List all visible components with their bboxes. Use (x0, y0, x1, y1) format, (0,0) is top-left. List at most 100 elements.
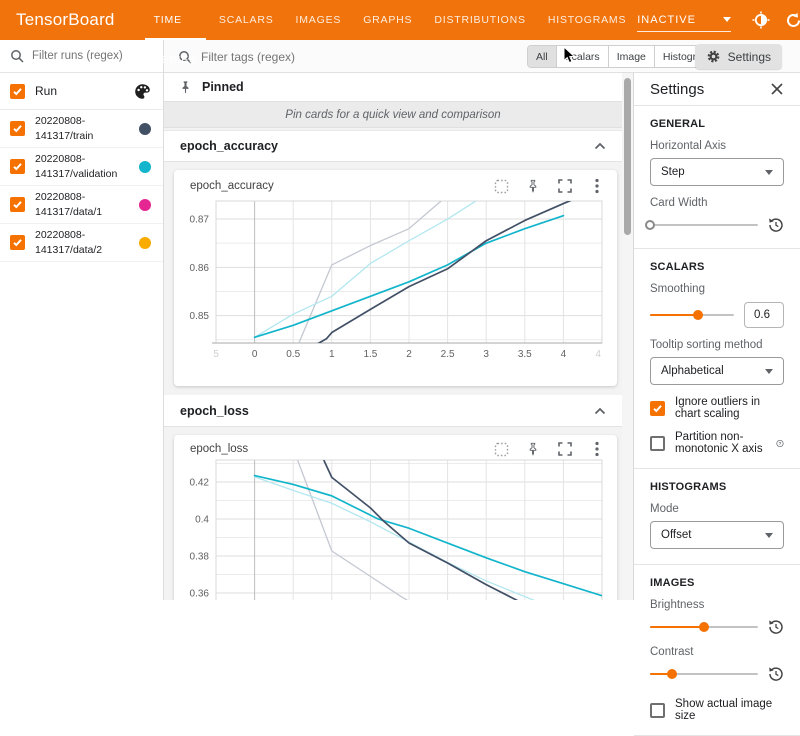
select-all-runs-checkbox[interactable] (10, 84, 25, 99)
run-name: 20220808-141317/validation (35, 152, 127, 180)
run-row-data-1[interactable]: 20220808-141317/data/1 (0, 186, 163, 224)
app-header: TensorBoard TIME SERIES SCALARS IMAGES G… (0, 0, 800, 40)
epoch-accuracy-chart[interactable]: 0.850.860.8700.511.522.533.5454 (174, 194, 617, 381)
run-checkbox[interactable] (10, 121, 25, 136)
top-nav-tabs: TIME SERIES SCALARS IMAGES GRAPHS DISTRI… (143, 0, 638, 40)
app-logo: TensorBoard (16, 10, 115, 30)
chip-image[interactable]: Image (609, 46, 655, 67)
section-epoch-loss[interactable]: epoch_loss (164, 395, 622, 427)
show-actual-size-label: Show actual image size (675, 698, 784, 722)
chevron-up-icon[interactable] (594, 142, 606, 150)
contrast-slider[interactable] (650, 667, 758, 681)
help-icon[interactable]: ? (776, 437, 784, 450)
step-selector-icon[interactable] (493, 178, 509, 194)
show-actual-size-checkbox[interactable] (650, 703, 665, 718)
smoothing-slider[interactable] (650, 308, 734, 322)
reset-icon[interactable] (768, 619, 784, 635)
close-icon[interactable] (770, 82, 784, 96)
svg-text:0.4: 0.4 (195, 514, 209, 525)
horizontal-axis-label: Horizontal Axis (650, 140, 784, 152)
smoothing-value-input[interactable]: 0.6 (744, 302, 784, 328)
run-color-dot[interactable] (139, 199, 151, 211)
run-color-dot[interactable] (139, 123, 151, 135)
brightness-slider[interactable] (650, 620, 758, 634)
card-width-slider[interactable] (650, 218, 758, 232)
slider-thumb[interactable] (693, 310, 703, 320)
chevron-up-icon[interactable] (594, 407, 606, 415)
filter-runs-field[interactable] (0, 40, 163, 73)
reload-status-value: INACTIVE (637, 14, 696, 26)
smoothing-label: Smoothing (650, 283, 784, 295)
slider-thumb[interactable] (645, 220, 655, 230)
settings-general-section: GENERAL Horizontal Axis Step Card Width (634, 106, 800, 249)
svg-text:0.86: 0.86 (190, 263, 210, 274)
card-width-label: Card Width (650, 197, 784, 209)
filter-tags-field[interactable] (178, 40, 421, 73)
card-title: epoch_loss (190, 443, 248, 455)
run-color-dot[interactable] (139, 237, 151, 249)
run-row-data-2[interactable]: 20220808-141317/data/2 (0, 224, 163, 262)
histogram-mode-label: Mode (650, 503, 784, 515)
epoch-loss-chart[interactable]: 0.360.380.40.4200.511.522.533.54 (174, 457, 617, 600)
horizontal-axis-value: Step (661, 166, 685, 178)
brightness-label: Brightness (650, 599, 784, 611)
run-checkbox[interactable] (10, 235, 25, 250)
histogram-mode-value: Offset (661, 529, 691, 541)
ignore-outliers-checkbox[interactable] (650, 401, 665, 416)
dark-mode-icon[interactable] (752, 11, 770, 29)
svg-text:0.36: 0.36 (190, 588, 210, 599)
partition-x-axis-checkbox[interactable] (650, 436, 665, 451)
slider-thumb[interactable] (699, 622, 709, 632)
tab-images[interactable]: IMAGES (285, 0, 353, 40)
tab-graphs[interactable]: GRAPHS (352, 0, 423, 40)
tab-distributions[interactable]: DISTRIBUTIONS (423, 0, 537, 40)
run-checkbox[interactable] (10, 159, 25, 174)
pin-icon (178, 80, 193, 95)
run-color-dot[interactable] (139, 161, 151, 173)
fullscreen-icon[interactable] (557, 178, 573, 194)
settings-button[interactable]: Settings (695, 44, 782, 69)
horizontal-axis-select[interactable]: Step (650, 158, 784, 186)
reset-icon[interactable] (768, 217, 784, 233)
filter-tags-input[interactable] (201, 50, 421, 64)
run-checkbox[interactable] (10, 197, 25, 212)
chip-all[interactable]: All (528, 46, 557, 67)
settings-title: Settings (650, 81, 704, 98)
reload-status-select[interactable]: INACTIVE (637, 8, 731, 32)
kebab-menu-icon[interactable] (589, 178, 605, 194)
tag-type-filter-group: All Scalars Image Histogram (527, 45, 720, 68)
histogram-mode-select[interactable]: Offset (650, 521, 784, 549)
pin-hint-strip: Pin cards for a quick view and compariso… (164, 101, 622, 128)
chevron-down-icon (723, 17, 731, 22)
run-row-validation[interactable]: 20220808-141317/validation (0, 148, 163, 186)
scrollbar-thumb[interactable] (624, 78, 631, 235)
kebab-menu-icon[interactable] (589, 441, 605, 457)
pinned-section-header: Pinned (164, 73, 622, 101)
svg-text:0.5: 0.5 (286, 349, 300, 360)
section-epoch-accuracy[interactable]: epoch_accuracy (164, 130, 622, 162)
svg-text:1: 1 (329, 349, 335, 360)
run-row-train[interactable]: 20220808-141317/train (0, 110, 163, 148)
tab-histograms[interactable]: HISTOGRAMS (537, 0, 637, 40)
tab-scalars[interactable]: SCALARS (208, 0, 285, 40)
pin-icon[interactable] (525, 178, 541, 194)
filter-runs-input[interactable] (32, 50, 150, 62)
svg-text:3.5: 3.5 (518, 349, 532, 360)
cards-scroll-area: Pinned Pin cards for a quick view and co… (164, 73, 622, 600)
slider-thumb[interactable] (667, 669, 677, 679)
color-palette-icon[interactable] (134, 83, 151, 100)
reset-icon[interactable] (768, 666, 784, 682)
tab-time-series[interactable]: TIME SERIES (143, 0, 208, 40)
chip-scalars[interactable]: Scalars (557, 46, 609, 67)
svg-text:0.85: 0.85 (190, 311, 210, 322)
svg-text:1.5: 1.5 (363, 349, 377, 360)
svg-text:0.87: 0.87 (190, 215, 210, 226)
fullscreen-icon[interactable] (557, 441, 573, 457)
tooltip-sorting-select[interactable]: Alphabetical (650, 357, 784, 385)
step-selector-icon[interactable] (493, 441, 509, 457)
refresh-icon[interactable] (784, 11, 800, 29)
search-icon (10, 49, 24, 63)
settings-button-label: Settings (728, 50, 771, 64)
pin-icon[interactable] (525, 441, 541, 457)
runs-sidebar: Run 20220808-141317/train 20220808-14131… (0, 40, 164, 600)
